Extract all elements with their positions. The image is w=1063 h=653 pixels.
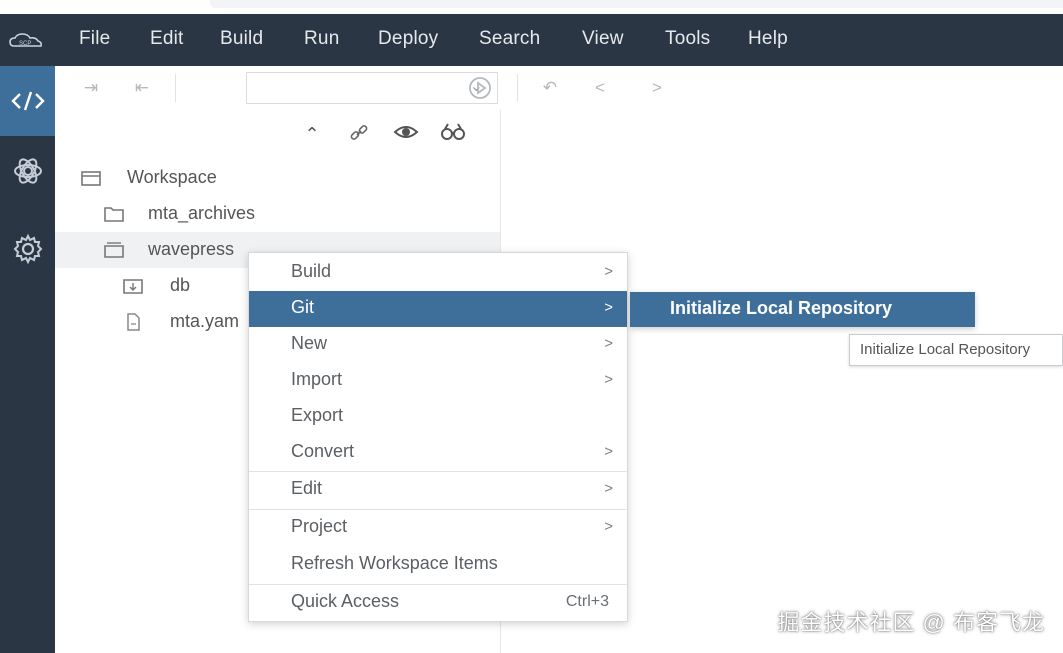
expand-icon[interactable]: ⇤ [130, 76, 154, 100]
chevron-right-icon: > [604, 443, 613, 460]
sap-cloud-logo-icon: SCP [9, 33, 42, 47]
binoculars-icon[interactable] [440, 122, 465, 146]
run-icon[interactable] [468, 76, 492, 100]
tooltip-text: Initialize Local Repository [860, 341, 1031, 358]
context-item-label: Import [291, 369, 343, 389]
link-icon[interactable] [347, 122, 371, 146]
chevron-right-icon: > [604, 480, 613, 497]
db-folder-icon [123, 279, 143, 294]
menu-file[interactable]: File [79, 28, 110, 50]
undo-icon[interactable]: ↶ [538, 76, 562, 100]
back-icon[interactable]: < [588, 76, 612, 100]
tree-item-label: mta_archives [148, 203, 256, 223]
context-item-label: Export [291, 405, 344, 425]
submenu-item-initialize-local-repository[interactable]: Initialize Local Repository [630, 292, 975, 327]
context-item-project[interactable]: Project > [249, 510, 627, 546]
context-item-edit[interactable]: Edit > [249, 472, 627, 508]
development-view-button[interactable] [0, 66, 55, 136]
browser-top-strip [0, 0, 1063, 14]
context-item-label: Quick Access [291, 591, 400, 611]
tree-item-label: db [170, 275, 191, 295]
context-item-label: Build [291, 261, 332, 281]
menu-bar: SCP File Edit Build Run Deploy Search Vi… [0, 14, 1063, 66]
code-icon [10, 91, 45, 111]
context-item-refresh[interactable]: Refresh Workspace Items [249, 547, 627, 583]
context-item-quick-access[interactable]: Quick Access Ctrl+3 [249, 585, 627, 621]
context-item-label: Project [291, 516, 348, 536]
svg-text:SCP: SCP [19, 41, 31, 47]
context-item-export[interactable]: Export [249, 399, 627, 435]
tree-item-label: mta.yam [170, 311, 240, 331]
collapse-all-icon[interactable]: ⌃ [300, 122, 324, 146]
plugins-view-button[interactable] [0, 136, 55, 206]
forward-icon[interactable]: > [645, 76, 669, 100]
tree-item-mta-archives[interactable]: mta_archives [55, 196, 500, 232]
menu-tools[interactable]: Tools [665, 28, 710, 50]
context-item-new[interactable]: New > [249, 327, 627, 363]
menu-deploy[interactable]: Deploy [378, 28, 438, 50]
toolbar-separator [517, 74, 518, 102]
submenu-item-label: Initialize Local Repository [670, 298, 893, 318]
git-submenu: Initialize Local Repository [630, 292, 975, 327]
activity-bar [0, 66, 55, 653]
explorer-toolbar: ⌃ [55, 110, 500, 158]
tooltip: Initialize Local Repository [849, 334, 1063, 366]
menu-edit[interactable]: Edit [150, 28, 184, 50]
context-item-import[interactable]: Import > [249, 363, 627, 399]
chevron-right-icon: > [604, 371, 613, 388]
watermark: 掘金技术社区 @ 布客飞龙 [777, 610, 1045, 635]
tree-item-label: wavepress [148, 239, 235, 259]
context-item-build[interactable]: Build > [249, 255, 627, 291]
tree-item-label: Workspace [127, 167, 217, 187]
context-menu: Build > Git > New > Import > Export Conv… [248, 252, 628, 622]
settings-view-button[interactable] [0, 214, 55, 284]
tree-item-workspace[interactable]: Workspace [55, 160, 500, 196]
menu-build[interactable]: Build [220, 28, 263, 50]
menu-run[interactable]: Run [304, 28, 339, 50]
menu-view[interactable]: View [582, 28, 624, 50]
chevron-right-icon: > [604, 518, 613, 535]
file-icon [127, 313, 140, 331]
context-item-convert[interactable]: Convert > [249, 435, 627, 471]
context-item-git[interactable]: Git > [249, 291, 627, 327]
run-configuration-select[interactable]: ⌄ [246, 72, 498, 104]
eye-icon[interactable] [393, 122, 419, 146]
workspace-icon [81, 171, 101, 186]
project-icon [104, 242, 124, 258]
context-item-label: Refresh Workspace Items [291, 553, 498, 573]
chevron-right-icon: > [604, 299, 613, 316]
collapse-icon[interactable]: ⇥ [79, 76, 103, 100]
shortcut-label: Ctrl+3 [565, 593, 609, 610]
context-item-label: Git [291, 297, 315, 317]
molecule-icon [13, 158, 42, 184]
toolbar-separator [175, 74, 176, 102]
menu-help[interactable]: Help [748, 28, 788, 50]
chevron-right-icon: > [604, 335, 613, 352]
context-item-label: Convert [291, 441, 355, 461]
chevron-right-icon: > [604, 263, 613, 280]
gear-icon [13, 233, 42, 265]
toolbar: ⇥ ⇤ ⌄ ↶ < > [55, 66, 1063, 110]
context-item-label: Edit [291, 478, 323, 498]
context-item-label: New [291, 333, 328, 353]
menu-search[interactable]: Search [479, 28, 540, 50]
address-area [210, 0, 1063, 8]
folder-icon [104, 207, 124, 222]
